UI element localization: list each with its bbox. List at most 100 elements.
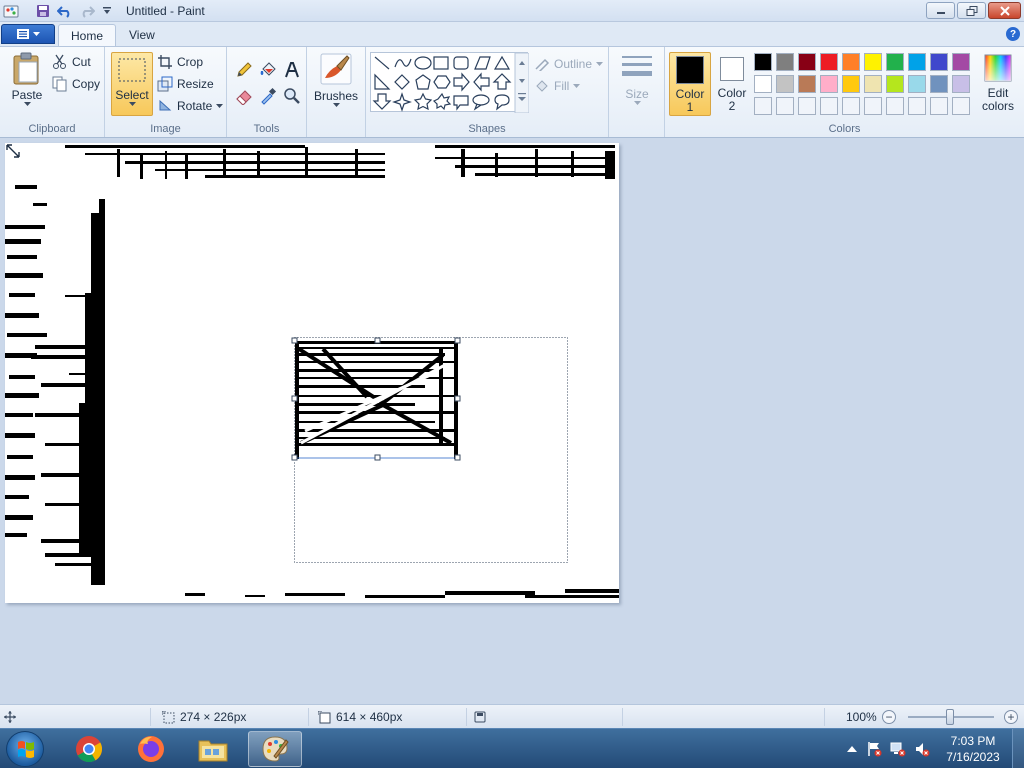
fill-bucket-icon[interactable] (257, 59, 279, 81)
zoom-level: 100% (846, 710, 877, 724)
paste-button[interactable]: Paste (8, 52, 46, 116)
zoom-out-button[interactable]: − (882, 710, 896, 724)
crop-button[interactable]: Crop (157, 52, 203, 72)
palette-swatch[interactable] (930, 75, 948, 93)
color2-button[interactable]: Color 2 (713, 52, 751, 116)
show-hidden-icons-icon[interactable] (844, 741, 860, 757)
edit-colors-button[interactable]: Edit colors (977, 52, 1019, 116)
color2-label-line1: Color (717, 86, 747, 100)
help-icon[interactable]: ? (1006, 27, 1020, 41)
palette-swatch[interactable] (908, 97, 926, 115)
minimize-button[interactable] (926, 2, 955, 19)
taskbar-paint[interactable] (248, 731, 302, 767)
chevron-down-icon (216, 103, 224, 108)
fill-button[interactable]: Fill (534, 76, 581, 96)
status-separator (150, 708, 151, 726)
volume-icon[interactable] (914, 741, 930, 757)
palette-swatch[interactable] (952, 53, 970, 71)
resize-icon (157, 76, 173, 92)
start-button[interactable] (6, 731, 44, 767)
tab-home[interactable]: Home (58, 24, 117, 46)
taskbar-chrome[interactable] (62, 731, 116, 767)
fill-icon (536, 80, 548, 92)
palette-swatch[interactable] (842, 97, 860, 115)
image-size-icon (318, 710, 331, 723)
restore-button[interactable] (957, 2, 986, 19)
palette-swatch[interactable] (908, 75, 926, 93)
cut-label: Cut (72, 55, 91, 69)
palette-swatch[interactable] (842, 53, 860, 71)
copy-button[interactable]: Copy (52, 74, 100, 94)
size-button[interactable]: Size (615, 52, 659, 116)
action-center-flag-icon[interactable] (866, 741, 882, 757)
edit-colors-line2: colors (981, 99, 1014, 113)
rotate-button[interactable]: Rotate (157, 96, 224, 116)
color-picker-icon[interactable] (257, 85, 279, 107)
outline-icon (535, 58, 550, 71)
network-icon[interactable] (890, 741, 906, 757)
eraser-icon[interactable] (233, 85, 255, 107)
resize-cursor-icon[interactable] (5, 143, 21, 159)
palette-swatch[interactable] (886, 97, 904, 115)
palette-swatch[interactable] (798, 97, 816, 115)
drawing-canvas[interactable] (5, 143, 619, 603)
chevron-down-icon (33, 31, 40, 36)
palette-swatch[interactable] (952, 97, 970, 115)
save-icon[interactable] (34, 2, 52, 20)
windows-logo-icon (18, 741, 34, 758)
title-bar: Untitled - Paint (0, 0, 1024, 22)
cut-button[interactable]: Cut (52, 52, 91, 72)
palette-swatch[interactable] (798, 75, 816, 93)
palette-swatch[interactable] (820, 97, 838, 115)
palette-swatch[interactable] (820, 53, 838, 71)
zoom-in-button[interactable]: + (1004, 710, 1018, 724)
palette-swatch[interactable] (864, 97, 882, 115)
palette-swatch[interactable] (754, 75, 772, 93)
palette-swatch[interactable] (754, 53, 772, 71)
text-tool-icon[interactable] (281, 59, 303, 81)
shapes-group-label: Shapes (468, 123, 506, 135)
canvas-workspace[interactable] (0, 138, 1024, 704)
palette-swatch[interactable] (952, 75, 970, 93)
undo-icon[interactable] (56, 2, 74, 20)
color1-button[interactable]: Color 1 (669, 52, 711, 116)
pencil-icon[interactable] (233, 59, 255, 81)
paste-label: Paste (11, 88, 43, 102)
brushes-button[interactable]: Brushes (312, 52, 360, 116)
tools-group-label: Tools (253, 123, 280, 135)
palette-swatch[interactable] (908, 53, 926, 71)
select-button[interactable]: Select (111, 52, 153, 116)
palette-swatch[interactable] (930, 53, 948, 71)
customize-qat-icon[interactable] (98, 2, 116, 20)
zoom-slider-thumb[interactable] (946, 709, 954, 725)
palette-swatch[interactable] (886, 53, 904, 71)
tab-view[interactable]: View (117, 24, 167, 46)
palette-swatch[interactable] (930, 97, 948, 115)
palette-swatch[interactable] (864, 75, 882, 93)
paint-app-icon[interactable] (2, 2, 20, 20)
edit-colors-line1: Edit (987, 86, 1009, 100)
taskbar-clock[interactable]: 7:03 PM 7/16/2023 (940, 733, 1006, 765)
file-menu-icon (17, 29, 29, 39)
magnifier-icon[interactable] (281, 85, 303, 107)
ribbon-tab-row: Home View ? (0, 22, 1024, 46)
palette-swatch[interactable] (776, 75, 794, 93)
taskbar-explorer[interactable] (186, 731, 240, 767)
palette-swatch[interactable] (798, 53, 816, 71)
palette-swatch[interactable] (886, 75, 904, 93)
color1-label-line1: Color (675, 87, 705, 101)
palette-swatch[interactable] (864, 53, 882, 71)
palette-swatch[interactable] (842, 75, 860, 93)
palette-swatch[interactable] (754, 97, 772, 115)
palette-swatch[interactable] (776, 97, 794, 115)
resize-button[interactable]: Resize (157, 74, 214, 94)
cursor-position (4, 709, 16, 725)
redo-icon[interactable] (78, 2, 96, 20)
palette-swatch[interactable] (820, 75, 838, 93)
taskbar-firefox[interactable] (124, 731, 178, 767)
palette-swatch[interactable] (776, 53, 794, 71)
outline-button[interactable]: Outline (534, 54, 604, 74)
show-desktop-button[interactable] (1012, 729, 1024, 768)
close-button[interactable] (988, 2, 1021, 19)
file-menu-button[interactable] (1, 24, 55, 44)
